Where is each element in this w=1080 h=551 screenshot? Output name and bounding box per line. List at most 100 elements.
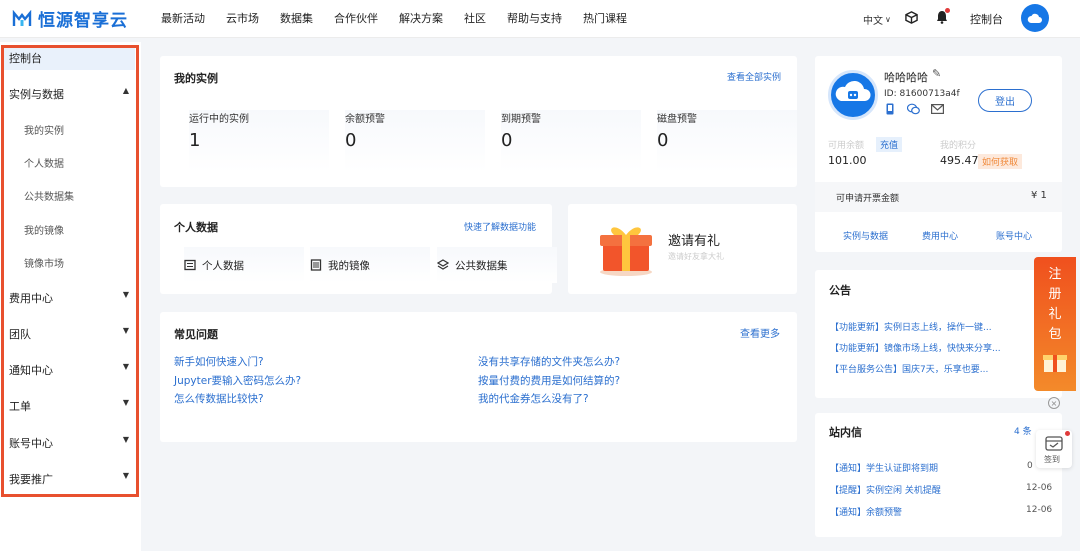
sidebar-item-public-datasets[interactable]: 公共数据集 bbox=[24, 188, 74, 203]
nav-item-community[interactable]: 社区 bbox=[464, 10, 486, 26]
sidebar-group-billing[interactable]: 费用中心 ▼ bbox=[9, 290, 129, 306]
sidebar-group-label: 工单 bbox=[9, 400, 31, 413]
cube-icon[interactable] bbox=[905, 11, 918, 24]
gift-char: 礼 bbox=[1048, 307, 1062, 322]
announcements-card: 公告 bbox=[815, 270, 1062, 398]
profile-avatar[interactable] bbox=[828, 70, 878, 120]
faq-link[interactable]: 没有共享存储的文件夹怎么办? bbox=[478, 354, 620, 369]
announcement-row[interactable]: 【功能更新】镜像市场上线，快快来分享... bbox=[830, 341, 1020, 354]
brand-name: 恒源智享云 bbox=[38, 11, 128, 31]
balance-label: 可用余额 bbox=[828, 141, 865, 151]
invite-card[interactable]: 邀请有礼 邀请好友拿大礼 bbox=[568, 204, 797, 294]
wechat-icon[interactable] bbox=[907, 103, 920, 115]
announcement-row[interactable]: 【功能更新】实例日志上线，操作一键... bbox=[830, 320, 1020, 333]
quick-link-account[interactable]: 账号中心 bbox=[996, 229, 1032, 242]
stat-label: 运行中的实例 bbox=[189, 114, 249, 125]
my-images-shortcut[interactable]: 我的镜像 bbox=[310, 247, 430, 283]
sidebar-group-label: 通知中心 bbox=[9, 364, 53, 377]
faq-link[interactable]: Jupyter要输入密码怎么办? bbox=[174, 373, 301, 388]
calendar-icon bbox=[1045, 436, 1063, 451]
phone-icon[interactable] bbox=[885, 103, 895, 115]
checkin-badge-dot bbox=[1065, 431, 1070, 436]
gift-box-icon bbox=[600, 227, 652, 276]
points-how-link[interactable]: 如何获取 bbox=[978, 154, 1023, 169]
message-row[interactable]: 【提醒】实例空闲 关机提醒 bbox=[830, 483, 1010, 496]
message-row[interactable]: 【通知】余额预警 bbox=[830, 505, 1010, 518]
sidebar-group-instances-data[interactable]: 实例与数据 ▲ bbox=[9, 86, 129, 102]
sidebar-group-notifications[interactable]: 通知中心 ▼ bbox=[9, 362, 129, 378]
nav-item-activities[interactable]: 最新活动 bbox=[161, 10, 205, 26]
main-nav: 最新活动 云市场 数据集 合作伙伴 解决方案 社区 帮助与支持 热门课程 bbox=[161, 10, 648, 26]
shortcut-label: 个人数据 bbox=[202, 259, 244, 272]
sidebar-item-my-images[interactable]: 我的镜像 bbox=[24, 222, 64, 237]
invite-subtitle: 邀请好友拿大礼 bbox=[668, 252, 724, 261]
top-navbar: 恒源智享云 最新活动 云市场 数据集 合作伙伴 解决方案 社区 帮助与支持 热门… bbox=[0, 0, 1080, 38]
edit-icon[interactable]: ✎ bbox=[932, 67, 941, 80]
register-gift-widget[interactable]: 注 册 礼 包 bbox=[1034, 257, 1076, 391]
nav-item-market[interactable]: 云市场 bbox=[226, 10, 259, 26]
brand-logo[interactable]: 恒源智享云 bbox=[12, 6, 128, 31]
notification-dot bbox=[945, 8, 950, 13]
faq-link[interactable]: 按量付费的费用是如何结算的? bbox=[478, 373, 620, 388]
nav-item-partners[interactable]: 合作伙伴 bbox=[334, 10, 378, 26]
console-link[interactable]: 控制台 bbox=[970, 11, 1003, 27]
personal-data-shortcut[interactable]: 个人数据 bbox=[184, 247, 304, 283]
recharge-button[interactable]: 充值 bbox=[876, 137, 903, 152]
gift-char: 册 bbox=[1048, 287, 1062, 302]
file-icon bbox=[184, 259, 196, 271]
sidebar-group-account[interactable]: 账号中心 ▼ bbox=[9, 435, 129, 451]
invoice-label: 可申请开票金额 bbox=[836, 194, 900, 204]
stat-value: 1 bbox=[189, 130, 201, 151]
cloud-icon bbox=[1027, 13, 1042, 23]
personal-data-card: 个人数据 快速了解数据功能 个人数据 我的镜像 公共数据集 bbox=[160, 204, 557, 294]
language-selector[interactable]: 中文 ∨ bbox=[863, 12, 891, 27]
instances-title: 我的实例 bbox=[174, 72, 218, 85]
sidebar-item-personal-data[interactable]: 个人数据 bbox=[24, 155, 64, 170]
stat-label: 余额预警 bbox=[345, 114, 385, 125]
sidebar-item-console[interactable]: 控制台 bbox=[4, 46, 135, 70]
logout-button[interactable]: 登出 bbox=[978, 89, 1032, 112]
chevron-down-icon: ▼ bbox=[122, 326, 129, 335]
mail-icon[interactable] bbox=[931, 104, 944, 114]
sidebar-item-image-market[interactable]: 镜像市场 bbox=[24, 255, 64, 270]
username: 哈哈哈哈 bbox=[884, 71, 928, 84]
checkin-widget[interactable]: 签到 bbox=[1036, 430, 1072, 468]
close-icon[interactable]: × bbox=[1048, 397, 1060, 409]
sidebar-group-promotion[interactable]: 我要推广 ▼ bbox=[9, 471, 129, 487]
faq-link[interactable]: 怎么传数据比较快? bbox=[174, 391, 264, 406]
stat-value: 0 bbox=[657, 130, 669, 151]
nav-item-courses[interactable]: 热门课程 bbox=[583, 10, 627, 26]
view-all-instances-link[interactable]: 查看全部实例 bbox=[727, 70, 781, 83]
stat-balance-warning[interactable]: 余额预警 0 bbox=[345, 110, 485, 172]
quick-link-instances[interactable]: 实例与数据 bbox=[843, 229, 888, 242]
chevron-down-icon: ▼ bbox=[122, 362, 129, 371]
sidebar-group-team[interactable]: 团队 ▼ bbox=[9, 326, 129, 342]
image-icon bbox=[310, 259, 322, 271]
stat-disk-warning[interactable]: 磁盘预警 0 bbox=[657, 110, 797, 172]
avatar[interactable] bbox=[1021, 4, 1049, 32]
learn-data-link[interactable]: 快速了解数据功能 bbox=[464, 220, 536, 233]
nav-item-help[interactable]: 帮助与支持 bbox=[507, 10, 562, 26]
public-datasets-shortcut[interactable]: 公共数据集 bbox=[437, 247, 557, 283]
stat-label: 磁盘预警 bbox=[657, 114, 697, 125]
messages-title: 站内信 bbox=[829, 426, 862, 439]
nav-item-solutions[interactable]: 解决方案 bbox=[399, 10, 443, 26]
faq-link[interactable]: 我的代金券怎么没有了? bbox=[478, 391, 589, 406]
faq-link[interactable]: 新手如何快速入门? bbox=[174, 354, 264, 369]
messages-count[interactable]: 4 条 bbox=[1014, 424, 1032, 437]
quick-link-billing[interactable]: 费用中心 bbox=[922, 229, 958, 242]
layers-icon bbox=[437, 259, 449, 270]
sidebar-item-my-instances[interactable]: 我的实例 bbox=[24, 122, 64, 137]
balance-value: 101.00 bbox=[828, 154, 867, 167]
chevron-down-icon: ▼ bbox=[122, 435, 129, 444]
points-value: 495.47 bbox=[940, 154, 979, 167]
announcement-row[interactable]: 【平台服务公告】国庆7天，乐享也要... bbox=[830, 362, 1020, 375]
messages-card: 站内信 4 条 bbox=[815, 413, 1062, 537]
stat-expiry-warning[interactable]: 到期预警 0 bbox=[501, 110, 641, 172]
faq-more-link[interactable]: 查看更多 bbox=[740, 325, 780, 340]
stat-running-instances[interactable]: 运行中的实例 1 bbox=[189, 110, 329, 172]
nav-item-datasets[interactable]: 数据集 bbox=[280, 10, 313, 26]
sidebar-group-tickets[interactable]: 工单 ▼ bbox=[9, 398, 129, 414]
gift-icon bbox=[1043, 355, 1067, 372]
message-row[interactable]: 【通知】学生认证即将到期 bbox=[830, 461, 1010, 474]
